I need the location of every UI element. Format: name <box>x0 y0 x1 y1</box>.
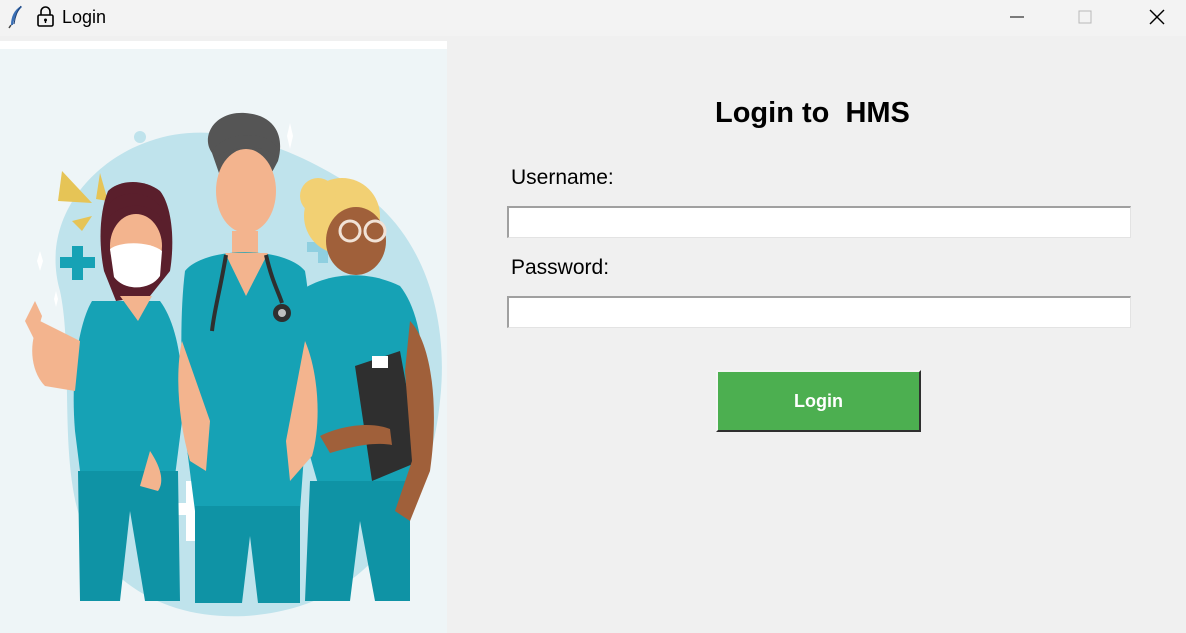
medical-staff-illustration <box>0 41 447 633</box>
medical-staff-image <box>25 112 442 617</box>
password-label: Password: <box>511 256 610 279</box>
password-input[interactable] <box>507 296 1131 328</box>
close-button[interactable] <box>1134 0 1180 34</box>
username-input[interactable] <box>507 206 1131 238</box>
minimize-button[interactable] <box>994 0 1040 34</box>
minimize-icon <box>1010 16 1024 18</box>
username-label: Username: <box>511 166 614 189</box>
maximize-icon <box>1078 10 1092 24</box>
maximize-button[interactable] <box>1062 0 1108 34</box>
login-heading: Login to HMS <box>715 97 910 129</box>
login-button[interactable]: Login <box>716 370 921 432</box>
title-bar: Login <box>0 0 1186 36</box>
login-window: Login Login to HMS Username: Password: L… <box>0 0 1186 633</box>
close-icon <box>1149 9 1165 25</box>
window-title: Login <box>62 7 107 27</box>
feather-icon <box>8 5 22 29</box>
lock-icon <box>37 6 54 27</box>
